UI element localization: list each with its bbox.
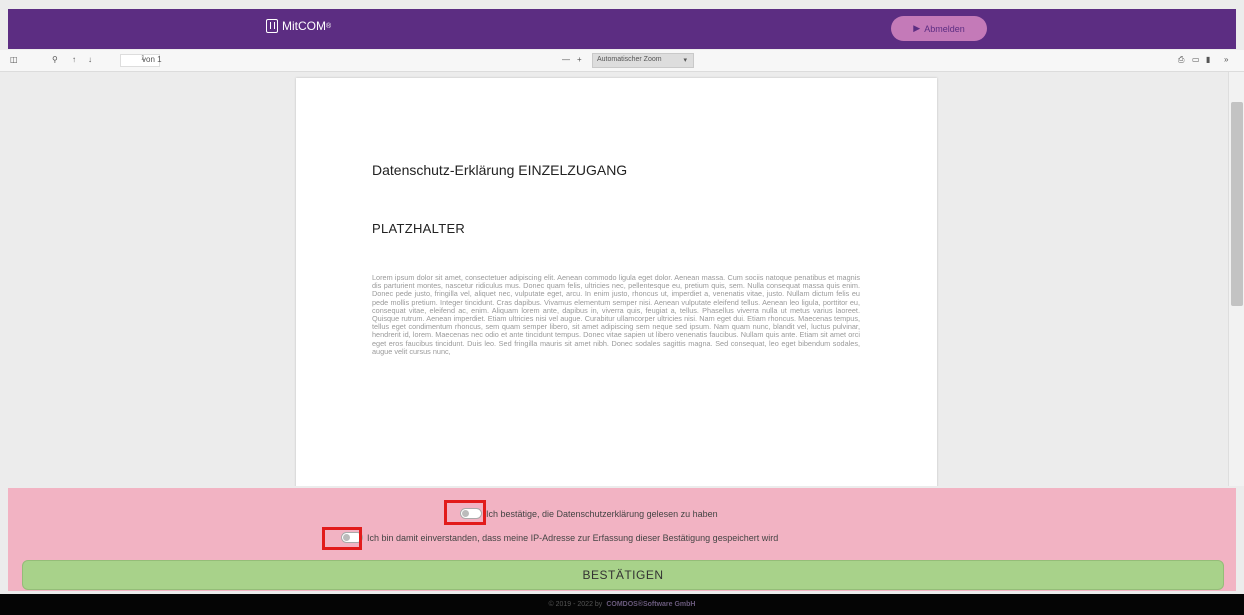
scrollbar-thumb[interactable] xyxy=(1231,102,1243,306)
app-window: MitCOM ® ▶ Abmelden ◫ ⚲ ↑ ↓ 1 von 1 — + A… xyxy=(0,0,1244,615)
zoom-out-button[interactable]: — xyxy=(562,55,570,64)
vertical-scrollbar[interactable] xyxy=(1228,72,1244,486)
confirm-button[interactable]: BESTÄTIGEN xyxy=(22,560,1224,590)
prev-page-icon[interactable]: ↑ xyxy=(72,55,76,64)
logout-icon: ▶ xyxy=(913,23,921,33)
sidebar-icon[interactable]: ◫ xyxy=(10,55,18,64)
pdf-toolbar: ◫ ⚲ ↑ ↓ 1 von 1 — + Automatischer Zoom ▾… xyxy=(0,50,1244,72)
consent-ip-label: Ich bin damit einverstanden, dass meine … xyxy=(367,532,779,543)
chevron-down-icon: ▾ xyxy=(683,57,687,64)
highlight-box-toggle-2 xyxy=(322,527,362,550)
confirm-read-label: Ich bestätige, die Datenschutzerklärung … xyxy=(486,508,718,519)
logo-text: MitCOM xyxy=(282,19,326,33)
zoom-value: Automatischer Zoom xyxy=(597,56,662,63)
print-icon[interactable]: ⎙ xyxy=(1178,55,1184,65)
document-heading: PLATZHALTER xyxy=(372,221,466,236)
open-file-icon[interactable]: ▭ xyxy=(1192,55,1200,64)
tools-icon[interactable]: » xyxy=(1224,55,1228,64)
page-total: von 1 xyxy=(142,55,162,64)
document-title: Datenschutz-Erklärung EINZELZUGANG xyxy=(372,162,628,178)
zoom-in-button[interactable]: + xyxy=(577,55,582,64)
mitcom-logo: MitCOM ® xyxy=(266,19,331,33)
bookmark-icon[interactable]: ▮ xyxy=(1206,55,1210,64)
search-icon[interactable]: ⚲ xyxy=(52,55,58,64)
document-body: Lorem ipsum dolor sit amet, consectetuer… xyxy=(372,273,860,356)
zoom-select[interactable]: Automatischer Zoom ▾ xyxy=(592,53,694,68)
next-page-icon[interactable]: ↓ xyxy=(88,55,92,64)
logo-registered-mark: ® xyxy=(326,22,332,30)
footer: © 2019 - 2022 by COMDOS®Software GmbH xyxy=(0,594,1244,615)
logout-label: Abmelden xyxy=(924,23,965,34)
consent-row-read: Ich bestätige, die Datenschutzerklärung … xyxy=(460,508,718,519)
highlight-box-toggle-1 xyxy=(444,500,486,525)
consent-row-ip: Ich bin damit einverstanden, dass meine … xyxy=(341,532,778,543)
footer-copyright: © 2019 - 2022 by xyxy=(548,601,603,608)
footer-company-link[interactable]: COMDOS®Software GmbH xyxy=(606,601,695,608)
logout-button[interactable]: ▶ Abmelden xyxy=(891,16,987,41)
pdf-page: Datenschutz-Erklärung EINZELZUGANG PLATZ… xyxy=(296,78,937,486)
building-icon xyxy=(266,19,278,33)
pdf-viewer[interactable]: Datenschutz-Erklärung EINZELZUGANG PLATZ… xyxy=(0,72,1244,486)
top-header: MitCOM ® ▶ Abmelden xyxy=(8,9,1236,49)
